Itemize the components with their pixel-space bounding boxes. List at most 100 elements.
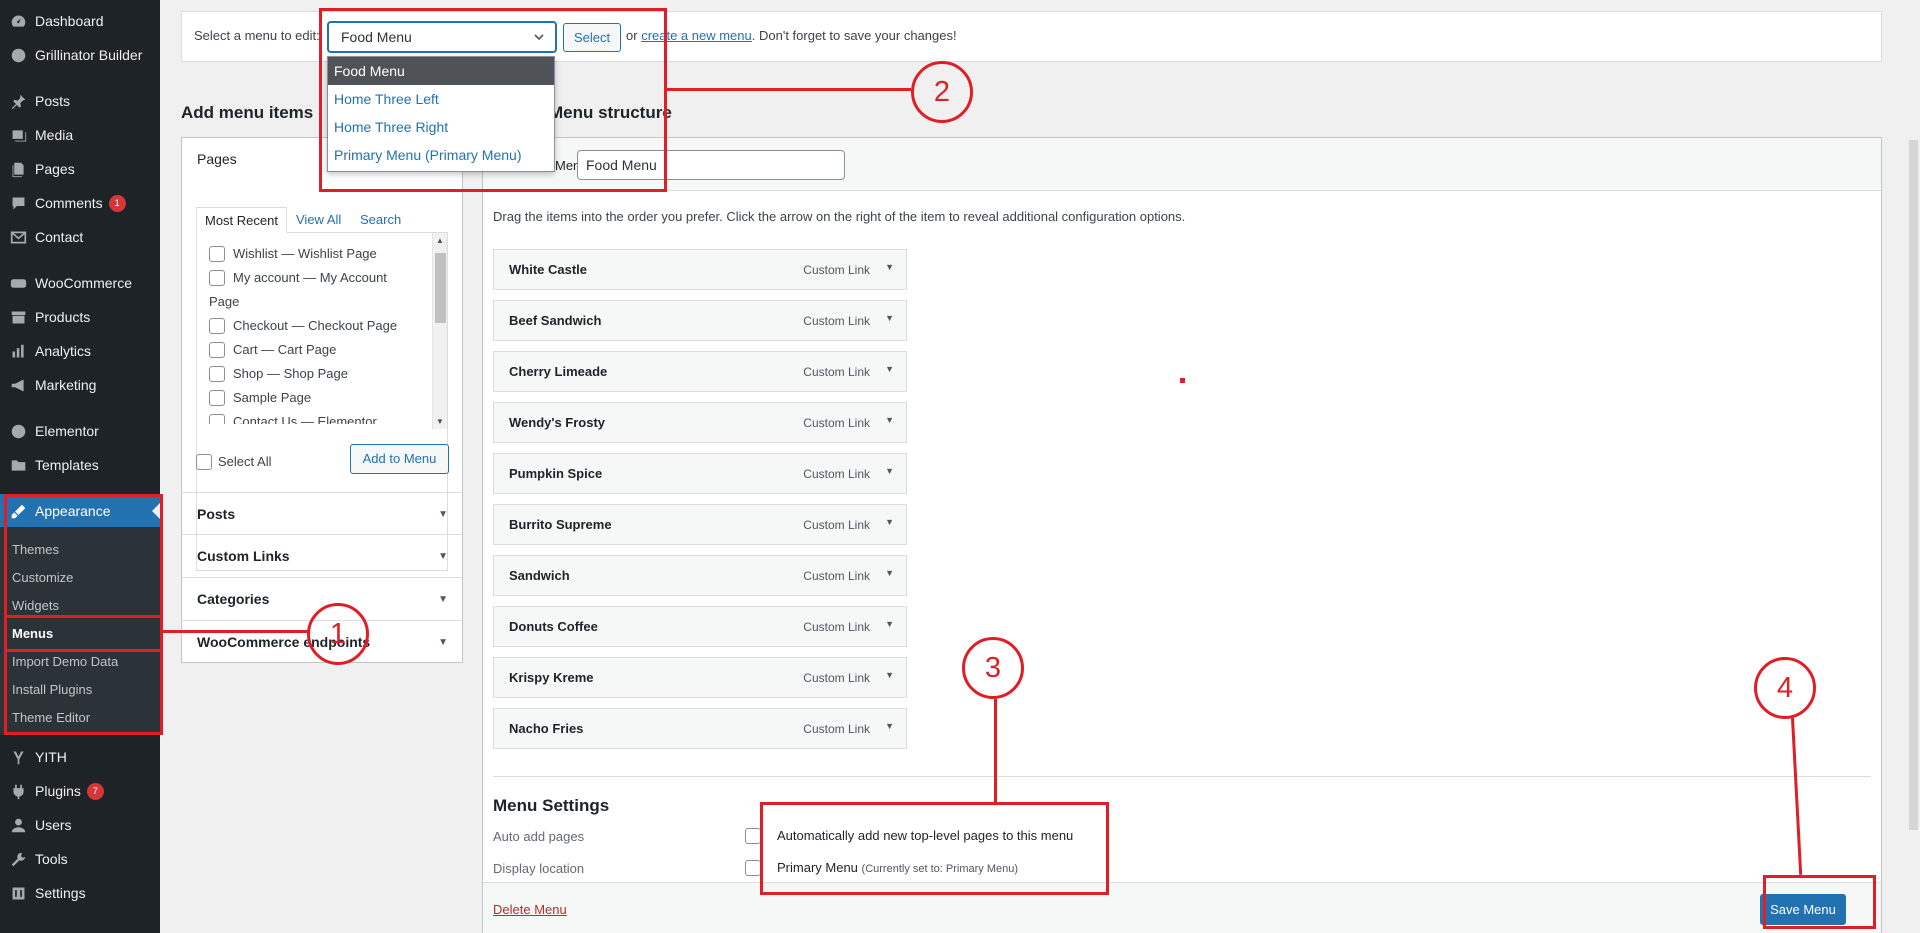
page-checkbox[interactable]: [209, 270, 225, 286]
sidebar-item-contact[interactable]: Contact: [0, 220, 160, 254]
sidebar-item-tools[interactable]: Tools: [0, 842, 160, 876]
menu-option-home-three-right[interactable]: Home Three Right: [328, 113, 554, 141]
sidebar-item-analytics[interactable]: Analytics: [0, 334, 160, 368]
submenu-item-import-demo-data[interactable]: Import Demo Data: [12, 654, 118, 669]
chevron-down-icon: ▼: [438, 551, 448, 562]
add-to-menu-button[interactable]: Add to Menu: [350, 444, 449, 474]
page-checkbox[interactable]: [209, 390, 225, 406]
tab-most-recent[interactable]: Most Recent: [196, 207, 287, 233]
menu-item-title: Krispy Kreme: [509, 670, 594, 685]
menu-item[interactable]: Cherry Limeade Custom Link ▼: [493, 351, 907, 392]
sidebar-item-yith[interactable]: YITH: [0, 740, 160, 774]
menu-item[interactable]: Donuts Coffee Custom Link ▼: [493, 606, 907, 647]
submenu-item-customize[interactable]: Customize: [12, 570, 73, 585]
sidebar-item-label: Tools: [35, 851, 68, 867]
menu-item[interactable]: Wendy's Frosty Custom Link ▼: [493, 402, 907, 443]
primary-menu-location-checkbox[interactable]: [745, 860, 761, 876]
menu-option-home-three-left[interactable]: Home Three Left: [328, 85, 554, 113]
pages-tabs: Most Recent View All Search: [196, 207, 448, 233]
menu-item[interactable]: Pumpkin Spice Custom Link ▼: [493, 453, 907, 494]
tab-search[interactable]: Search: [360, 207, 401, 233]
sidebar-item-label: Users: [35, 817, 72, 833]
save-menu-button[interactable]: Save Menu: [1760, 894, 1846, 925]
sidebar-item-users[interactable]: Users: [0, 808, 160, 842]
sidebar-item-label: Contact: [35, 229, 84, 245]
menu-option-food-menu[interactable]: Food Menu: [328, 57, 554, 85]
select-all-checkbox[interactable]: [196, 454, 212, 470]
sidebar-item-products[interactable]: Products: [0, 300, 160, 334]
create-menu-text: or create a new menu. Don't forget to sa…: [626, 28, 957, 43]
sidebar-item-settings[interactable]: Settings: [0, 876, 160, 910]
sidebar-item-plugins[interactable]: Plugins 7: [0, 774, 160, 808]
menu-item[interactable]: Burrito Supreme Custom Link ▼: [493, 504, 907, 545]
page-title: Sample Page: [233, 390, 312, 405]
scroll-thumb[interactable]: [435, 253, 446, 323]
sidebar-item-marketing[interactable]: Marketing: [0, 368, 160, 402]
list-item: Sample Page: [197, 386, 427, 410]
sidebar-item-elementor[interactable]: Elementor: [0, 414, 160, 448]
menu-select-dropdown[interactable]: Food Menu: [328, 22, 556, 52]
folder-icon: [8, 455, 28, 475]
expand-arrow-icon[interactable]: ▼: [885, 313, 894, 323]
accordion-posts[interactable]: Posts ▼: [182, 492, 462, 535]
submenu-item-theme-editor[interactable]: Theme Editor: [12, 710, 90, 725]
menu-name-input[interactable]: Food Menu: [577, 150, 845, 180]
submenu-item-install-plugins[interactable]: Install Plugins: [12, 682, 92, 697]
page-checkbox[interactable]: [209, 246, 225, 262]
sidebar-item-pages[interactable]: Pages: [0, 152, 160, 186]
expand-arrow-icon[interactable]: ▼: [885, 517, 894, 527]
sidebar-item-posts[interactable]: Posts: [0, 84, 160, 118]
expand-arrow-icon[interactable]: ▼: [885, 364, 894, 374]
expand-arrow-icon[interactable]: ▼: [885, 721, 894, 731]
create-new-menu-link[interactable]: create a new menu: [641, 28, 752, 43]
globe-icon: [8, 45, 28, 65]
sidebar-item-label: Pages: [35, 161, 75, 177]
sidebar-item-grillinator-builder[interactable]: Grillinator Builder: [0, 38, 160, 72]
submenu-item-widgets[interactable]: Widgets: [12, 598, 59, 613]
display-location-label: Display location: [493, 861, 585, 876]
scroll-up-icon[interactable]: ▲: [436, 236, 444, 245]
list-item: Contact Us — Elementor: [197, 410, 427, 424]
menu-item[interactable]: Beef Sandwich Custom Link ▼: [493, 300, 907, 341]
menu-item[interactable]: White Castle Custom Link ▼: [493, 249, 907, 290]
media-icon: [8, 125, 28, 145]
page-checkbox[interactable]: [209, 342, 225, 358]
expand-arrow-icon[interactable]: ▼: [885, 415, 894, 425]
expand-arrow-icon[interactable]: ▼: [885, 262, 894, 272]
select-button[interactable]: Select: [563, 23, 622, 52]
expand-arrow-icon[interactable]: ▼: [885, 466, 894, 476]
page-scroll-thumb[interactable]: [1909, 140, 1918, 830]
accordion-woocommerce-endpoints[interactable]: WooCommerce endpoints ▼: [182, 621, 462, 664]
submenu-item-menus[interactable]: Menus: [12, 626, 53, 641]
page-checkbox[interactable]: [209, 318, 225, 334]
accordion-custom-links[interactable]: Custom Links ▼: [182, 535, 462, 578]
page-checkbox[interactable]: [209, 414, 225, 424]
sidebar-item-appearance[interactable]: Appearance: [0, 494, 160, 528]
pages-list-scrollbar[interactable]: ▲ ▼: [432, 233, 447, 429]
submenu-item-themes[interactable]: Themes: [12, 542, 59, 557]
scroll-down-icon[interactable]: ▼: [436, 417, 444, 426]
menu-item[interactable]: Nacho Fries Custom Link ▼: [493, 708, 907, 749]
auto-add-pages-checkbox[interactable]: [745, 828, 761, 844]
sidebar-item-comments[interactable]: Comments 1: [0, 186, 160, 220]
menu-item-type: Custom Link: [803, 671, 870, 685]
accordion-categories[interactable]: Categories ▼: [182, 578, 462, 621]
tab-view-all[interactable]: View All: [296, 207, 341, 233]
sidebar-item-label: Grillinator Builder: [35, 47, 143, 63]
expand-arrow-icon[interactable]: ▼: [885, 670, 894, 680]
sidebar-item-templates[interactable]: Templates: [0, 448, 160, 482]
page-checkbox[interactable]: [209, 366, 225, 382]
page-scrollbar[interactable]: [1906, 0, 1920, 933]
menu-select-bar: Select a menu to edit: Food Menu Select …: [181, 11, 1882, 62]
menu-item[interactable]: Sandwich Custom Link ▼: [493, 555, 907, 596]
comment-count-badge: 1: [108, 194, 126, 212]
menu-option-primary-menu[interactable]: Primary Menu (Primary Menu): [328, 141, 554, 169]
menu-item[interactable]: Krispy Kreme Custom Link ▼: [493, 657, 907, 698]
sidebar-item-dashboard[interactable]: Dashboard: [0, 4, 160, 38]
expand-arrow-icon[interactable]: ▼: [885, 568, 894, 578]
auto-add-pages-option: Automatically add new top-level pages to…: [745, 828, 1073, 844]
sidebar-item-woocommerce[interactable]: WooCommerce: [0, 266, 160, 300]
expand-arrow-icon[interactable]: ▼: [885, 619, 894, 629]
delete-menu-link[interactable]: Delete Menu: [493, 902, 567, 917]
sidebar-item-media[interactable]: Media: [0, 118, 160, 152]
